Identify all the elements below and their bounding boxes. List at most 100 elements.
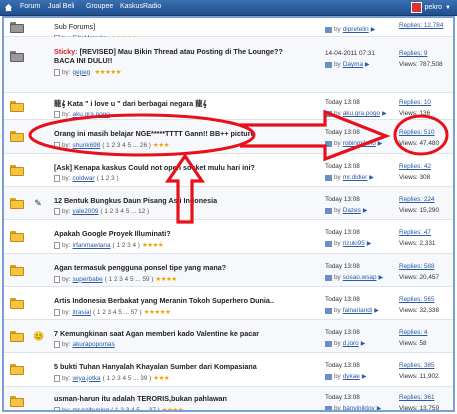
thread-stats: Replies: 588 Views: 20,457 [399,263,439,281]
last-post-by: by aku.gra.pogo ▶ [325,110,387,117]
thread-title: Orang ini masih belajar NGE*****TTTT Gan… [54,129,255,138]
author-link[interactable]: akurapopomas [73,341,115,348]
author-link[interactable]: superbabe [73,276,103,283]
page-links[interactable]: ( 1 2 3 4 5 ... 12 ) [100,208,149,215]
last-poster-link[interactable]: aku.gra.pogo [343,110,380,117]
go-last-post-icon[interactable]: ▶ [371,26,376,33]
last-poster-link[interactable]: d.joro [343,340,359,347]
author-link[interactable]: yale2009 [73,208,99,215]
user-menu[interactable]: pekro ▼ [410,2,451,13]
thread-title: [REVISED] Mau Bikin Thread atau Posting … [79,47,283,56]
go-last-post-icon[interactable]: ▶ [369,174,374,181]
replies-link[interactable]: Replies: 12,784 [399,22,443,29]
go-last-post-icon[interactable]: ▶ [362,373,367,380]
author-link[interactable]: shunk698 [73,142,101,149]
page-links[interactable]: ( 1 2 3 4 5 ... 59 ) [105,276,154,283]
rating-stars: ★★★ [152,142,169,149]
document-icon [54,175,60,182]
replies-link[interactable]: Replies: 4 [399,329,427,336]
author-link[interactable]: coldwar [73,175,95,182]
replies-link[interactable]: Replies: 10 [399,99,431,106]
thread-row: usman-harun itu adalah TERORIS,bukan pah… [4,387,453,411]
thread-title-link[interactable]: 12 Bentuk Bungkus Daun Pisang Asli Indon… [54,196,217,205]
thread-title-link[interactable]: Artis Indonesia Berbakat yang Meranin To… [54,296,274,305]
author-link[interactable]: aku.gra.pogo [73,111,110,118]
document-icon [54,241,60,249]
thread-stats: Replies: 9 Views: 787,508 [399,50,443,68]
replies-link[interactable]: Replies: 42 [399,163,431,170]
folder-icon [10,165,24,176]
last-poster-link[interactable]: dykae [343,373,360,380]
author-link[interactable]: itrasial [73,309,91,316]
go-last-post-icon[interactable]: ▶ [379,274,384,281]
thread-title: 5 bukti Tuhan Hanyalah Khayalan Sumber d… [54,362,257,371]
thread-stats: Replies: 42 Views: 308 [399,163,431,181]
replies-link[interactable]: Replies: 510 [399,129,439,136]
go-last-post-icon[interactable]: ▶ [365,61,370,68]
page-links[interactable]: ( 1 2 3 4 5 ... 37 ) [111,407,160,411]
thread-stats: Replies: 12,784 [399,22,443,33]
thread-title-link[interactable]: 龍𝄞 Kata " i love u " dari berbagai negar… [54,99,207,109]
page-links[interactable]: ( 1 2 3 ) [97,175,119,182]
page-links[interactable]: ( 1 2 3 4 5 ... 26 ) [102,142,151,149]
nav-kaskusradio[interactable]: KaskusRadio [120,3,161,10]
thread-title-link[interactable]: Sub Forums] [54,22,95,31]
last-poster-link[interactable]: rizuki95 [343,240,365,247]
document-icon [54,68,60,76]
thread-title-link[interactable]: Sticky: [REVISED] Mau Bikin Thread atau … [54,47,283,56]
replies-link[interactable]: Replies: 565 [399,296,439,303]
page-links[interactable]: ( 1 2 3 4 ) [113,242,140,249]
author-link[interactable]: wiya.jotka [73,375,101,382]
thread-title-link[interactable]: Orang ini masih belajar NGE*****TTTT Gan… [54,129,255,138]
home-icon[interactable] [4,3,13,12]
go-last-post-icon[interactable]: ▶ [374,307,379,314]
thread-title-link[interactable]: Apakah Google Proyek Illuminati? [54,229,171,238]
replies-link[interactable]: Replies: 224 [399,196,439,203]
go-last-post-icon[interactable]: ▶ [378,140,383,147]
nav-jual-beli[interactable]: Jual Beli [48,3,74,10]
replies-link[interactable]: Replies: 9 [399,50,443,57]
author-link[interactable]: mr.palbuning [73,407,110,411]
thread-title-link[interactable]: [Ask] Kenapa kaskus Could not open socke… [54,163,255,172]
last-poster-link[interactable]: Dayma [343,61,363,68]
author-link[interactable]: irfanmawlana [73,242,111,249]
replies-link[interactable]: Replies: 47 [399,229,435,236]
go-last-post-icon[interactable]: ▶ [382,110,387,117]
replies-link[interactable]: Replies: 361 [399,394,439,401]
document-icon [54,111,60,118]
thread-title-line2[interactable]: BACA INI DULU!! [54,56,112,65]
post-icon [33,231,43,241]
last-poster-link[interactable]: falnariandi [343,307,373,314]
document-icon [54,374,60,382]
last-poster-link[interactable]: robinmilano [343,140,376,147]
replies-link[interactable]: Replies: 588 [399,263,439,270]
last-poster-link[interactable]: mr.didier [343,174,368,181]
go-last-post-icon[interactable]: ▶ [361,340,366,347]
thread-title-link[interactable]: usman-harun itu adalah TERORIS,bukan pah… [54,394,227,403]
thread-stats: Replies: 510 Views: 47,480 [399,129,439,147]
last-post-date: Today 13:08 [325,394,360,401]
folder-icon [10,131,24,142]
thread-title-link[interactable]: 7 Kemungkinan saat Agan memberi kado Val… [54,329,259,338]
last-poster-link[interactable]: dipretelin [343,26,369,33]
replies-link[interactable]: Replies: 385 [399,362,439,369]
views-count: Views: 2,331 [399,240,436,247]
go-last-post-icon[interactable]: ▶ [377,405,382,410]
go-last-post-icon[interactable]: ▶ [367,240,372,247]
last-poster-link[interactable]: Dazes [343,207,361,214]
views-count: Views: 20,457 [399,274,440,281]
go-last-post-icon[interactable]: ▶ [363,207,368,214]
thread-title-link[interactable]: 5 bukti Tuhan Hanyalah Khayalan Sumber d… [54,362,257,371]
thread-row: [Ask] Kenapa kaskus Could not open socke… [4,154,453,187]
last-post: Today 13:08 by aku.gra.pogo ▶ [325,99,387,117]
nav-groupee[interactable]: Groupee [86,3,113,10]
thread-title-link[interactable]: Agan termasuk pengguna ponsel tipe yang … [54,263,226,272]
nav-forum[interactable]: Forum [20,3,40,10]
last-poster-link[interactable]: banyiniktov [343,405,375,410]
page-links[interactable]: ( 1 2 3 4 5 ... 39 ) [103,375,152,382]
last-poster-link[interactable]: sosao.wsap [343,274,377,281]
last-post: Today 13:08 by d.joro ▶ [325,329,365,347]
thread-row: ✎ 12 Bentuk Bungkus Daun Pisang Asli Ind… [4,187,453,220]
page-links[interactable]: ( 1 2 3 4 5 ... 57 ) [93,309,142,316]
author-link[interactable]: gepeg [73,69,91,76]
